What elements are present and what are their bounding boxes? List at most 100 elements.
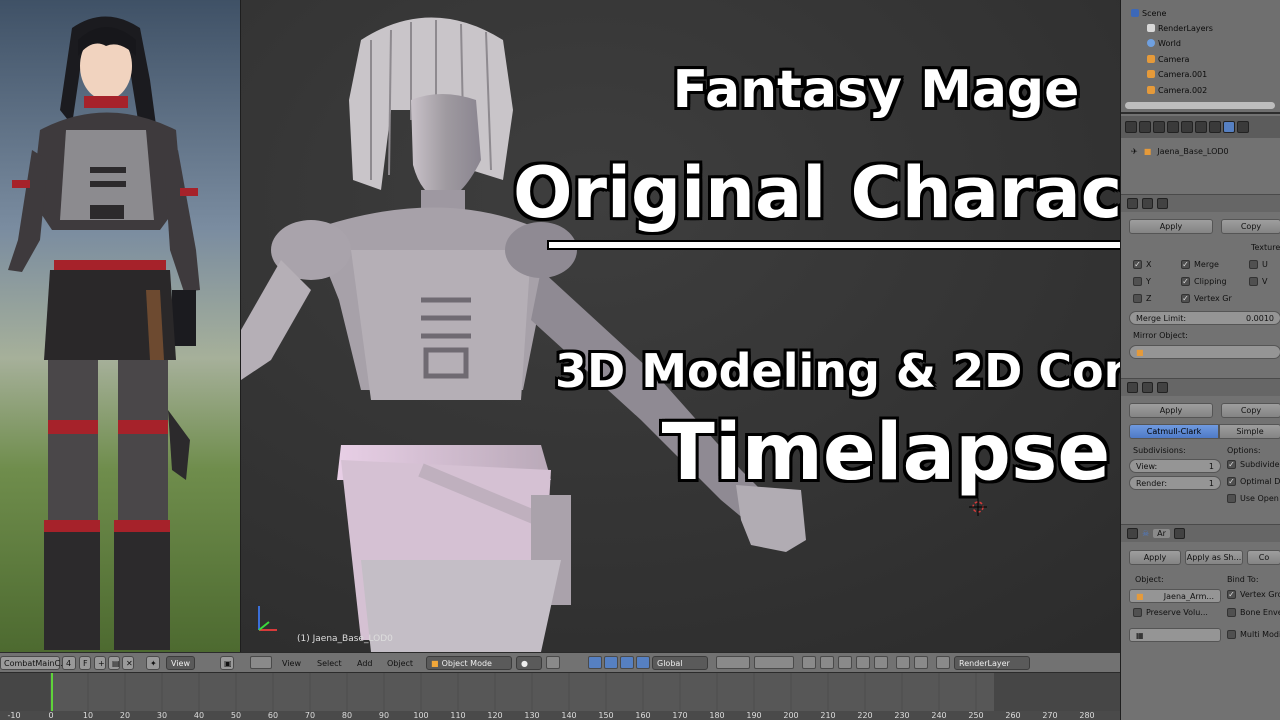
outliner[interactable]: Scene RenderLayers World Camera Camera.0…: [1121, 0, 1280, 114]
pin-icon[interactable]: ✈: [1131, 147, 1138, 156]
timeline[interactable]: -10 0 10 20 30 40 50 60 70 80 90 100 110 120 130 140 150…: [0, 672, 1120, 720]
checkbox-icon: ✓: [1181, 276, 1190, 286]
wrench-tab-icon[interactable]: [1223, 121, 1235, 133]
render-preview-icon[interactable]: [820, 656, 834, 669]
pin-icon[interactable]: ✦: [146, 656, 160, 670]
editor-type-icon[interactable]: [250, 656, 272, 669]
image-editor-panel[interactable]: [0, 0, 240, 652]
opengl-anim-icon[interactable]: [914, 656, 928, 669]
modifiers-tab-icon[interactable]: [1209, 121, 1221, 133]
image-view-menu[interactable]: View: [166, 656, 195, 670]
image-name-field[interactable]: CombatMainC...: [0, 656, 68, 670]
subsurf-modifier-header[interactable]: [1121, 378, 1280, 396]
armature-modifier-header[interactable]: ☠ Ar: [1121, 524, 1280, 542]
scale-manipulator-icon[interactable]: [636, 656, 650, 669]
timeline-tick-label: 100: [413, 711, 429, 720]
render-tab-icon[interactable]: [1125, 121, 1137, 133]
fake-user-button[interactable]: F: [79, 656, 91, 670]
unlink-image-icon[interactable]: ✕: [122, 656, 134, 670]
simple-tab[interactable]: Simple: [1219, 424, 1280, 439]
object-menu[interactable]: Object: [387, 656, 413, 670]
snap-element-icon[interactable]: [856, 656, 870, 669]
bind-vertex-groups-check[interactable]: ✓ Vertex Gro: [1227, 590, 1280, 599]
subsurf-view-field[interactable]: View: 1: [1129, 459, 1221, 473]
mirror-z-check[interactable]: Z: [1133, 294, 1151, 303]
select-menu[interactable]: Select: [317, 656, 342, 670]
checkbox-icon: ✓: [1181, 293, 1190, 303]
3d-viewport[interactable]: Fantasy Mage Original Character 3D Model…: [240, 0, 1120, 652]
subsurf-apply-button[interactable]: Apply: [1129, 403, 1213, 418]
view-menu[interactable]: View: [282, 656, 301, 670]
proportional-edit-icon[interactable]: [874, 656, 888, 669]
merge-limit-field[interactable]: Merge Limit: 0.0010: [1129, 311, 1280, 325]
multi-modifier-check[interactable]: Multi Modi: [1227, 630, 1280, 639]
outliner-item-camera-002[interactable]: Camera.002: [1121, 83, 1280, 97]
title-line-3: 3D Modeling & 2D Concept: [555, 344, 1120, 398]
armature-object-field[interactable]: ■ Jaena_Arm...: [1129, 589, 1221, 603]
outliner-item-renderlayers[interactable]: RenderLayers: [1121, 21, 1280, 35]
mirror-y-check[interactable]: Y: [1133, 277, 1151, 286]
use-opensubdiv-check[interactable]: Use Open: [1227, 494, 1279, 503]
mirror-v-check[interactable]: V: [1249, 277, 1267, 286]
3d-cursor-icon[interactable]: [969, 498, 987, 516]
new-image-icon[interactable]: +: [94, 656, 106, 670]
orientation-dropdown[interactable]: Global: [652, 656, 708, 670]
outliner-item-world[interactable]: World: [1121, 36, 1280, 50]
mirror-merge-check[interactable]: ✓ Merge: [1181, 260, 1219, 269]
mirror-u-check[interactable]: U: [1249, 260, 1268, 269]
outliner-item-camera[interactable]: Camera: [1121, 52, 1280, 66]
vertex-group-icon: ▦: [1136, 630, 1144, 640]
preserve-volume-check[interactable]: Preserve Volu...: [1133, 608, 1208, 617]
render-layer-dropdown[interactable]: RenderLayer: [954, 656, 1030, 670]
layers-tab-icon[interactable]: [1139, 121, 1151, 133]
mirror-x-check[interactable]: ✓ X: [1133, 260, 1151, 269]
subsurf-render-field[interactable]: Render: 1: [1129, 476, 1221, 490]
lock-icon[interactable]: [802, 656, 816, 669]
layers-grid-2-icon[interactable]: [754, 656, 794, 669]
outliner-scrollbar[interactable]: [1125, 102, 1275, 109]
subsurf-copy-button[interactable]: Copy: [1221, 403, 1280, 418]
mirror-copy-button[interactable]: Copy: [1221, 219, 1280, 234]
open-image-icon[interactable]: ▤: [108, 656, 120, 670]
timeline-tick-label: 280: [1079, 711, 1095, 720]
timeline-tick-label: 20: [119, 711, 131, 720]
bone-envelopes-check[interactable]: Bone Enve: [1227, 608, 1280, 617]
constraints-tab-icon[interactable]: [1195, 121, 1207, 133]
apply-as-shape-button[interactable]: Apply as Sh...: [1185, 550, 1243, 565]
subdivide-uvs-check[interactable]: ✓ Subdivide: [1227, 460, 1279, 469]
snap-toggle-icon[interactable]: [838, 656, 852, 669]
timeline-playhead[interactable]: [51, 673, 53, 711]
scene-tab-icon[interactable]: [1153, 121, 1165, 133]
vertex-group-field[interactable]: ▦: [1129, 628, 1221, 642]
layers-grid-icon[interactable]: [716, 656, 750, 669]
outliner-item-camera-001[interactable]: Camera.001: [1121, 67, 1280, 81]
object-tab-icon[interactable]: [1181, 121, 1193, 133]
pivot-icon[interactable]: [546, 656, 560, 669]
catmull-clark-tab[interactable]: Catmull-Clark: [1129, 424, 1219, 439]
timeline-tick-label: 230: [894, 711, 910, 720]
manipulator-toggle-icon[interactable]: [588, 656, 602, 669]
mirror-object-field[interactable]: ■: [1129, 345, 1280, 359]
opengl-render-icon[interactable]: [896, 656, 910, 669]
mirror-vertex-groups-check[interactable]: ✓ Vertex Gr: [1181, 294, 1232, 303]
add-menu[interactable]: Add: [357, 656, 373, 670]
shading-dropdown[interactable]: ●: [516, 656, 542, 670]
mirror-apply-button[interactable]: Apply: [1129, 219, 1213, 234]
outliner-item-scene[interactable]: Scene: [1121, 6, 1280, 20]
armature-copy-button[interactable]: Co: [1247, 550, 1280, 565]
mirror-clipping-check[interactable]: ✓ Clipping: [1181, 277, 1227, 286]
properties-tabs: [1121, 116, 1280, 138]
timeline-tick-label: 260: [1005, 711, 1021, 720]
armature-apply-button[interactable]: Apply: [1129, 550, 1181, 565]
optimal-display-check[interactable]: ✓ Optimal D: [1227, 477, 1280, 486]
data-tab-icon[interactable]: [1237, 121, 1249, 133]
mode-dropdown[interactable]: ■ Object Mode: [426, 656, 512, 670]
image-users-count[interactable]: 4: [62, 656, 76, 670]
mirror-modifier-header[interactable]: [1121, 194, 1280, 212]
world-tab-icon[interactable]: [1167, 121, 1179, 133]
translate-manipulator-icon[interactable]: [604, 656, 618, 669]
render-layer-icon[interactable]: [936, 656, 950, 669]
rotate-manipulator-icon[interactable]: [620, 656, 634, 669]
timeline-grid: [13, 673, 1088, 711]
image-mode-icon[interactable]: ▣: [220, 656, 234, 670]
